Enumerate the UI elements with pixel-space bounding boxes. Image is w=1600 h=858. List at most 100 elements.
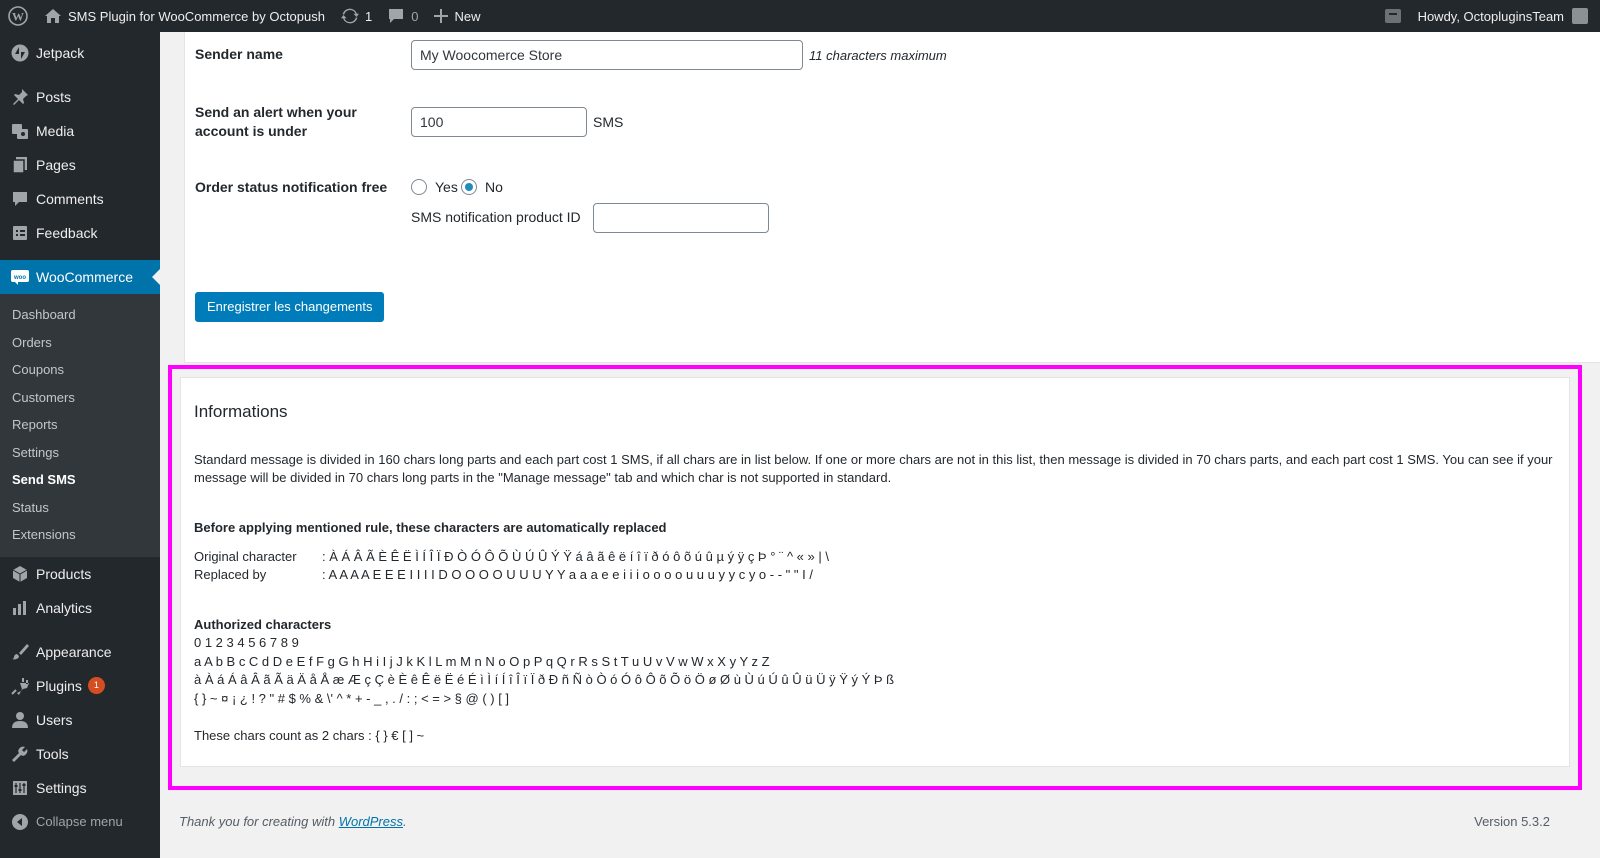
refresh-icon [340, 7, 359, 25]
sender-name-hint: 11 characters maximum [809, 48, 947, 63]
comment-icon [10, 189, 30, 209]
menu-label: WooCommerce [36, 269, 133, 285]
notification-icon [1384, 8, 1402, 24]
menu-label: Jetpack [36, 45, 85, 61]
alert-threshold-input[interactable] [411, 107, 587, 137]
menu-label: Appearance [36, 643, 112, 660]
submenu-orders[interactable]: Orders [0, 329, 160, 357]
woocommerce-submenu: Dashboard Orders Coupons Customers Repor… [0, 294, 160, 557]
svg-text:W: W [12, 10, 24, 24]
wordpress-logo-icon[interactable]: W [0, 0, 36, 32]
product-id-input[interactable] [593, 203, 769, 233]
submenu-dashboard[interactable]: Dashboard [0, 301, 160, 329]
menu-feedback[interactable]: Feedback [0, 216, 160, 250]
menu-pages[interactable]: Pages [0, 148, 160, 182]
collapse-menu-button[interactable]: Collapse menu [0, 805, 160, 839]
plugins-update-badge: 1 [87, 677, 105, 694]
admin-sidebar: Jetpack Posts Media Pages Comments Feedb… [0, 32, 160, 858]
site-name-link[interactable]: SMS Plugin for WooCommerce by Octopush [36, 0, 333, 32]
alert-threshold-label: Send an alert when your account is under [195, 103, 357, 141]
avatar [1572, 8, 1588, 24]
plug-icon [10, 676, 30, 696]
menu-label: Collapse menu [36, 814, 123, 829]
menu-analytics[interactable]: Analytics [0, 591, 160, 625]
woocommerce-icon: woo [10, 267, 30, 287]
menu-jetpack[interactable]: Jetpack [0, 36, 160, 70]
box-icon [10, 564, 30, 584]
menu-label: Media [36, 123, 75, 139]
new-label: New [454, 8, 481, 24]
order-status-label: Order status notification free [195, 179, 388, 195]
menu-tools[interactable]: Tools [0, 737, 160, 771]
wordpress-link[interactable]: WordPress [339, 814, 403, 829]
menu-users[interactable]: Users [0, 703, 160, 737]
user-icon [10, 710, 30, 730]
brush-icon [10, 642, 30, 662]
comments-link[interactable]: 0 [380, 0, 426, 32]
submenu-settings[interactable]: Settings [0, 439, 160, 467]
admin-bar: W SMS Plugin for WooCommerce by Octopush… [0, 0, 1600, 32]
sender-name-input[interactable] [411, 40, 803, 70]
save-changes-button[interactable]: Enregistrer les changements [195, 292, 385, 322]
comment-bubble-icon [388, 8, 404, 24]
menu-label: Feedback [36, 225, 98, 241]
menu-label: Comments [36, 191, 104, 207]
my-account-link[interactable]: Howdy, OctopluginsTeam [1410, 0, 1600, 32]
radio-no-label: No [485, 179, 503, 195]
submenu-customers[interactable]: Customers [0, 384, 160, 412]
submenu-send-sms[interactable]: Send SMS [0, 466, 160, 494]
new-content-link[interactable]: New [426, 0, 488, 32]
sms-settings-panel: Sender name 11 characters maximum Send a… [184, 32, 1600, 363]
menu-label: Analytics [36, 599, 93, 616]
howdy-text: Howdy, OctopluginsTeam [1417, 8, 1564, 24]
menu-label: Users [36, 711, 73, 728]
collapse-arrow-icon [10, 812, 30, 832]
product-id-label: SMS notification product ID [411, 209, 581, 225]
comments-count: 0 [411, 8, 419, 24]
menu-label: Posts [36, 89, 72, 105]
submenu-reports[interactable]: Reports [0, 411, 160, 439]
menu-plugins[interactable]: Plugins 1 [0, 669, 160, 703]
plus-icon [434, 9, 449, 23]
menu-label: Pages [36, 157, 76, 173]
alert-label-line1: Send an alert when your [195, 104, 357, 120]
updates-link[interactable]: 1 [333, 0, 380, 32]
wrench-icon [10, 744, 30, 764]
home-icon [44, 8, 62, 24]
footer-period: . [403, 814, 407, 829]
updates-count: 1 [364, 8, 373, 24]
radio-no[interactable] [461, 179, 477, 195]
menu-label: Products [36, 565, 92, 582]
jetpack-icon [10, 43, 30, 63]
menu-media[interactable]: Media [0, 114, 160, 148]
radio-yes[interactable] [411, 179, 427, 195]
menu-posts[interactable]: Posts [0, 80, 160, 114]
submenu-coupons[interactable]: Coupons [0, 356, 160, 384]
menu-label: Tools [36, 745, 69, 762]
media-icon [10, 121, 30, 141]
menu-appearance[interactable]: Appearance [0, 635, 160, 669]
pin-icon [10, 87, 30, 107]
menu-label: Settings [36, 779, 87, 796]
menu-label: Plugins [36, 677, 82, 694]
alert-label-line2: account is under [195, 123, 308, 139]
menu-products[interactable]: Products [0, 557, 160, 591]
menu-settings[interactable]: Settings [0, 771, 160, 805]
svg-text:woo: woo [13, 275, 26, 281]
menu-comments[interactable]: Comments [0, 182, 160, 216]
main-content: Sender name 11 characters maximum Send a… [160, 32, 1600, 858]
chart-icon [10, 598, 30, 618]
alert-unit: SMS [593, 114, 624, 130]
sender-name-label: Sender name [195, 46, 283, 62]
footer-thanks-text: Thank you for creating with [179, 814, 339, 829]
menu-woocommerce[interactable]: woo WooCommerce [0, 260, 160, 294]
site-name: SMS Plugin for WooCommerce by Octopush [68, 8, 325, 24]
feedback-icon [10, 223, 30, 243]
sliders-icon [10, 778, 30, 798]
submenu-status[interactable]: Status [0, 494, 160, 522]
radio-yes-label: Yes [435, 179, 458, 195]
notifications-link[interactable] [1376, 0, 1410, 32]
submenu-extensions[interactable]: Extensions [0, 521, 160, 549]
pages-icon [10, 155, 30, 175]
highlight-outline [168, 365, 1582, 790]
